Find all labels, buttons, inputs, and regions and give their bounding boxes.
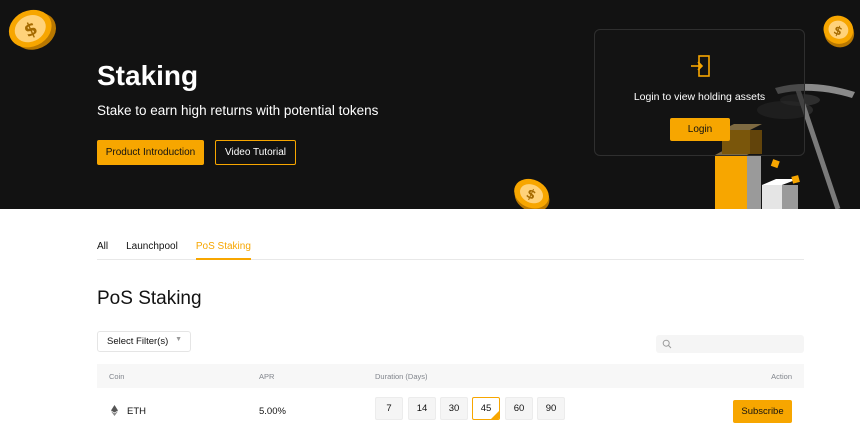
section-title: PoS Staking	[97, 288, 202, 309]
coin-name: ETH	[127, 406, 146, 417]
filter-select-label: Select Filter(s)	[107, 336, 169, 347]
search-input[interactable]	[656, 335, 804, 353]
duration-option[interactable]: 14	[408, 397, 436, 420]
table-row: ETH 5.00% 7 14 30 45 60 90 Subscribe	[97, 390, 804, 432]
selected-corner-mark	[491, 411, 499, 419]
tab-all[interactable]: All	[97, 238, 108, 260]
page-title: Staking	[97, 60, 199, 91]
duration-option-selected[interactable]: 45	[472, 397, 500, 420]
category-tabs: All Launchpool PoS Staking	[97, 238, 804, 260]
chevron-down-icon: ▼	[175, 336, 182, 343]
tab-pos-staking[interactable]: PoS Staking	[195, 238, 251, 260]
subscribe-button[interactable]: Subscribe	[733, 400, 792, 423]
filter-select[interactable]: Select Filter(s) ▼	[97, 331, 191, 352]
column-header-action: Action	[771, 372, 792, 381]
column-header-apr: APR	[259, 372, 275, 381]
login-door-icon	[691, 55, 710, 77]
product-introduction-button[interactable]: Product Introduction	[97, 140, 204, 165]
login-button[interactable]: Login	[670, 118, 730, 141]
login-card: Login to view holding assets Login	[594, 29, 805, 156]
duration-option[interactable]: 7	[375, 397, 403, 420]
coin-decoration-icon: $	[514, 178, 550, 209]
eth-icon	[111, 405, 118, 416]
duration-option[interactable]: 30	[440, 397, 468, 420]
duration-option[interactable]: 60	[505, 397, 533, 420]
search-icon	[662, 339, 672, 349]
column-header-coin: Coin	[109, 372, 125, 381]
video-tutorial-button[interactable]: Video Tutorial	[215, 140, 296, 165]
column-header-duration: Duration (Days)	[375, 372, 428, 381]
duration-option[interactable]: 90	[537, 397, 565, 420]
page-subtitle: Stake to earn high returns with potentia…	[97, 103, 379, 118]
login-prompt-text: Login to view holding assets	[633, 91, 766, 103]
tab-launchpool[interactable]: Launchpool	[126, 238, 178, 260]
coin-decoration-icon: $	[8, 9, 56, 50]
table-header: Coin APR Duration (Days) Action	[97, 364, 804, 388]
apr-value: 5.00%	[259, 406, 286, 417]
hero-banner: $ $ $ Staking Stake to earn high returns…	[0, 0, 860, 209]
coin-decoration-icon: $	[823, 15, 855, 48]
